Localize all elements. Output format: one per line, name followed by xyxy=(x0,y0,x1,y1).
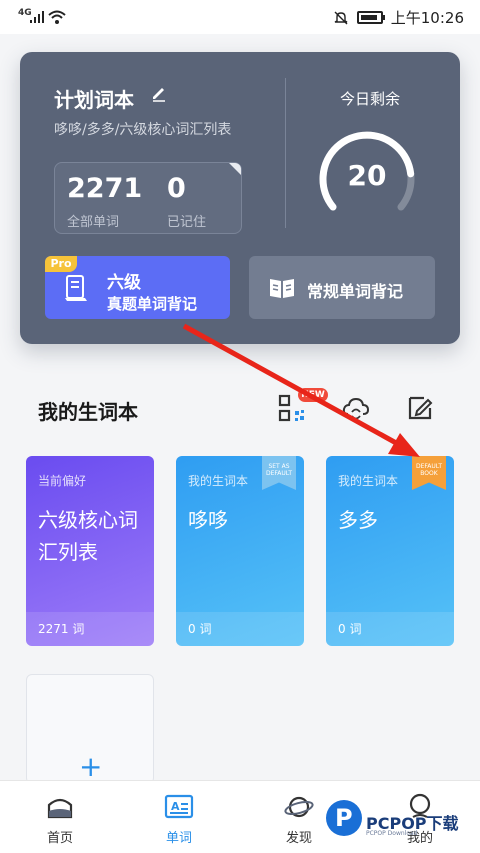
signal-icon xyxy=(30,11,44,23)
section-title: 我的生词本 xyxy=(38,400,138,424)
mute-bell-icon xyxy=(334,11,348,24)
wifi-icon xyxy=(48,10,66,24)
plus-icon: + xyxy=(79,750,103,783)
word-book-card[interactable]: 当前偏好 六级核心词汇列表 2271 词 xyxy=(26,456,154,646)
regular-button-label: 常规单词背记 xyxy=(307,282,404,301)
watermark-sub: PCPOP Download xyxy=(366,830,418,837)
word-stats-box[interactable]: 2271 全部单词 0 已记住 xyxy=(54,162,242,234)
add-book-card[interactable]: + xyxy=(26,674,154,784)
svg-text:A: A xyxy=(171,800,180,813)
remembered-label: 已记住 xyxy=(167,215,207,230)
edit-icon[interactable] xyxy=(150,84,168,102)
book-count: 0 词 xyxy=(338,622,362,636)
cloud-sync-icon[interactable] xyxy=(342,394,370,422)
total-words-label: 全部单词 xyxy=(67,215,120,230)
pro-button-line2: 真题单词背记 xyxy=(107,295,198,313)
set-default-ribbon[interactable]: SET AS DEFAULT xyxy=(262,456,296,490)
open-book-icon xyxy=(270,279,294,298)
book-name: 哆哆 xyxy=(188,508,228,532)
book-name: 多多 xyxy=(338,508,378,532)
total-words-value: 2271 xyxy=(67,173,143,204)
word-icon: A xyxy=(164,794,194,819)
pro-button-line1: 六级 xyxy=(107,273,141,293)
book-tag: 我的生词本 xyxy=(338,474,399,488)
plan-subtitle: 哆哆/多多/六级核心词汇列表 xyxy=(54,122,232,138)
edit-note-icon[interactable] xyxy=(406,394,434,422)
nav-label: 首页 xyxy=(46,831,73,846)
remaining-value: 20 xyxy=(347,159,387,192)
battery-icon xyxy=(356,11,385,24)
plan-card: 计划词本 哆哆/多多/六级核心词汇列表 2271 全部单词 0 已记住 今日剩余… xyxy=(20,52,460,344)
pro-badge: Pro xyxy=(45,256,77,272)
home-icon xyxy=(47,798,73,819)
book-tag: 我的生词本 xyxy=(188,474,249,488)
pro-exam-words-button[interactable]: Pro 六级 真题单词背记 xyxy=(45,256,230,319)
nav-home[interactable]: 首页 xyxy=(20,793,100,846)
book-tag: 当前偏好 xyxy=(38,474,87,488)
remembered-value: 0 xyxy=(167,173,186,204)
book-name: 六级核心词汇列表 xyxy=(38,508,138,564)
book-count: 2271 词 xyxy=(38,622,85,636)
status-bar: 4G 上午10:26 xyxy=(0,0,480,34)
word-book-card[interactable]: 我的生词本 DEFAULT BOOK 多多 0 词 xyxy=(326,456,454,646)
divider xyxy=(285,78,286,228)
book-count: 0 词 xyxy=(188,622,212,636)
word-book-card[interactable]: 我的生词本 SET AS DEFAULT 哆哆 0 词 xyxy=(176,456,304,646)
new-badge: NEW xyxy=(298,388,328,402)
remaining-label: 今日剩余 xyxy=(339,90,400,108)
corner-fold-icon xyxy=(229,163,241,175)
nav-words[interactable]: A 单词 xyxy=(139,793,219,846)
default-book-ribbon: DEFAULT BOOK xyxy=(412,456,446,490)
pcpop-logo-icon xyxy=(326,800,362,836)
plan-title: 计划词本 xyxy=(54,88,134,112)
document-icon xyxy=(65,275,87,301)
watermark: PCPOP下载 PCPOP Download xyxy=(326,800,476,844)
clock: 上午10:26 xyxy=(390,9,464,27)
planet-icon xyxy=(284,796,314,818)
nav-label: 单词 xyxy=(165,831,192,846)
regular-words-button[interactable]: 常规单词背记 xyxy=(249,256,435,319)
